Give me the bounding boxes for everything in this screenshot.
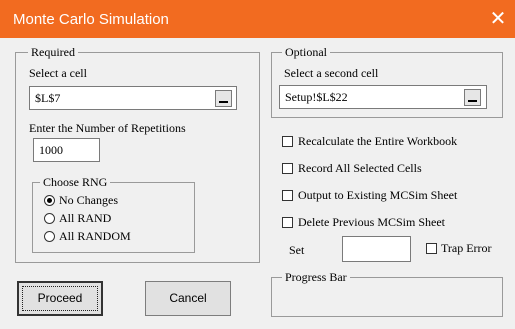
title-bar[interactable]: Monte Carlo Simulation ✕ [0,0,515,38]
cancel-label: Cancel [169,291,207,305]
record-all-checkbox[interactable] [282,163,293,174]
second-cell-input[interactable]: Setup!$L$22 [279,85,487,109]
trap-error-checkbox[interactable] [426,243,437,254]
radio-no-changes[interactable] [44,195,55,206]
monte-carlo-dialog: Monte Carlo Simulation ✕ Required Select… [0,0,515,329]
radio-all-rand[interactable] [44,213,55,224]
set-label-clip: Set [289,244,329,259]
second-cell-picker-button[interactable] [464,89,481,106]
set-input[interactable] [342,236,411,262]
set-label: Set [289,244,305,257]
cell-reference-input[interactable]: $L$7 [29,86,237,110]
progress-bar-legend: Progress Bar [282,269,350,285]
radio-all-rand-label[interactable]: All RAND [59,211,111,226]
delete-previous-label[interactable]: Delete Previous MCSim Sheet [298,215,445,230]
second-cell-value: Setup!$L$22 [285,90,348,104]
proceed-label: Proceed [37,291,83,305]
window-title: Monte Carlo Simulation [13,11,169,28]
choose-rng-legend: Choose RNG [40,174,111,190]
repetitions-value: 1000 [39,143,63,157]
recalculate-checkbox[interactable] [282,136,293,147]
radio-no-changes-label[interactable]: No Changes [59,193,118,208]
radio-all-random-label[interactable]: All RANDOM [59,229,131,244]
output-existing-label[interactable]: Output to Existing MCSim Sheet [298,188,457,203]
cancel-button[interactable]: Cancel [145,281,231,316]
select-cell-label: Select a cell [29,66,87,80]
collapse-icon [219,101,228,103]
proceed-button[interactable]: Proceed [17,281,103,316]
cell-reference-value: $L$7 [35,91,61,105]
output-existing-checkbox[interactable] [282,190,293,201]
repetitions-label: Enter the Number of Repetitions [29,121,186,135]
collapse-icon [468,100,477,102]
trap-error-label[interactable]: Trap Error [441,241,492,256]
cell-picker-button[interactable] [215,90,232,107]
close-icon[interactable]: ✕ [487,7,509,29]
radio-all-random[interactable] [44,231,55,242]
progress-bar-group: Progress Bar [271,269,503,317]
optional-legend: Optional [282,44,330,60]
second-cell-label: Select a second cell [284,66,379,80]
required-legend: Required [28,44,78,60]
record-all-label[interactable]: Record All Selected Cells [298,161,422,176]
delete-previous-checkbox[interactable] [282,217,293,228]
recalculate-label[interactable]: Recalculate the Entire Workbook [298,134,457,149]
repetitions-input[interactable]: 1000 [33,138,100,162]
